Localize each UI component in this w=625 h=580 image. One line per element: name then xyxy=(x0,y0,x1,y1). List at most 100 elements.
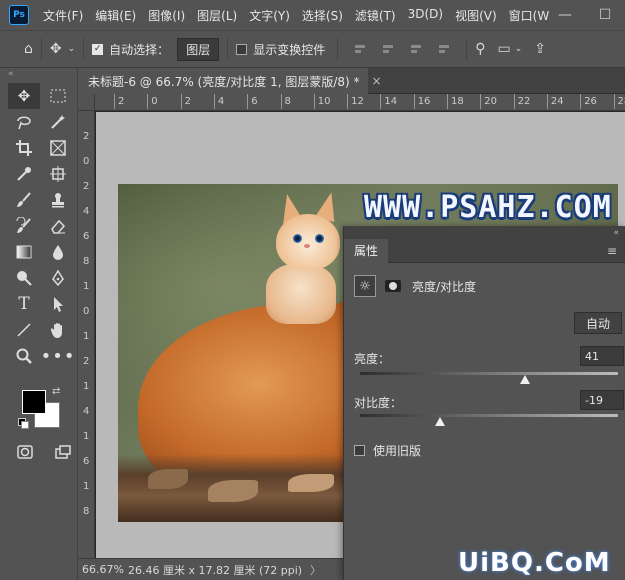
tool-grid: ✥ T ••• xyxy=(0,80,77,369)
menu-item[interactable]: 视图(V) xyxy=(449,7,503,24)
toolbar-collapse-button[interactable]: « xyxy=(0,68,77,80)
blur-tool-icon[interactable] xyxy=(42,239,74,265)
distribute-icon[interactable] xyxy=(437,42,451,56)
ruler-origin[interactable] xyxy=(78,94,95,111)
use-legacy-option: 使用旧版 xyxy=(354,442,421,459)
menu-item[interactable]: 编辑(E) xyxy=(89,7,142,24)
site-watermark: UiBQ.CoM xyxy=(458,548,611,578)
chevron-down-icon[interactable]: ⌄ xyxy=(68,44,76,54)
crop-tool-icon[interactable] xyxy=(8,135,40,161)
history-brush-tool-icon[interactable] xyxy=(8,213,40,239)
close-icon[interactable]: × xyxy=(372,74,382,88)
document-tab-bar: 未标题-6 @ 66.7% (亮度/对比度 1, 图层蒙版/8) * × xyxy=(78,68,625,94)
contrast-input[interactable]: -19 xyxy=(580,390,624,410)
contrast-slider[interactable] xyxy=(360,414,618,417)
panel-collapse-button[interactable]: « xyxy=(613,228,619,238)
layer-mask-icon[interactable] xyxy=(382,277,404,295)
quick-mask-icon[interactable] xyxy=(14,442,36,462)
use-legacy-label: 使用旧版 xyxy=(373,444,422,458)
ruler-tick-label: 6 xyxy=(246,94,258,109)
show-transform-label: 显示变换控件 xyxy=(253,42,326,57)
panel-collapse-bar: « xyxy=(344,226,625,239)
path-selection-tool-icon[interactable] xyxy=(42,291,74,317)
ruler-tick-label: 1 xyxy=(83,331,90,342)
move-tool-icon[interactable]: ✥ xyxy=(8,83,40,109)
foreground-color-swatch[interactable] xyxy=(22,390,46,414)
share-icon[interactable]: ⇪ xyxy=(534,41,546,57)
ruler-tick-label: 8 xyxy=(83,506,90,517)
brush-tool-icon[interactable] xyxy=(8,187,40,213)
screen-mode-icon[interactable] xyxy=(52,442,74,462)
chevron-down-icon[interactable]: ⌄ xyxy=(515,44,523,54)
align-center-icon[interactable] xyxy=(381,42,395,56)
document-info: 26.46 厘米 x 17.82 厘米 (72 ppi) xyxy=(128,563,303,577)
default-colors-icon[interactable] xyxy=(18,418,29,429)
move-tool-icon[interactable]: ✥ xyxy=(50,41,62,57)
menu-bar: Ps 文件(F) 编辑(E) 图像(I) 图层(L) 文字(Y) 选择(S) 滤镜(T) 3D… xyxy=(0,0,625,30)
menu-item[interactable]: 3D(D) xyxy=(402,7,449,24)
eyedropper-tool-icon[interactable] xyxy=(8,161,40,187)
menu-item[interactable]: 文字(Y) xyxy=(243,7,296,24)
ruler-tick-label: 2 xyxy=(83,181,90,192)
marquee-tool-icon[interactable] xyxy=(42,83,74,109)
auto-select-target-dropdown[interactable]: 图层 xyxy=(177,37,220,61)
line-tool-icon[interactable] xyxy=(8,317,40,343)
restore-button[interactable]: ☐ xyxy=(585,7,625,23)
auto-button[interactable]: 自动 xyxy=(574,312,622,334)
brightness-input[interactable]: 41 xyxy=(580,346,624,366)
ruler-tick-label: 4 xyxy=(213,94,225,109)
more-tools-icon[interactable]: ••• xyxy=(41,343,75,369)
auto-select-checkbox[interactable]: ✓ xyxy=(92,43,104,55)
eraser-tool-icon[interactable] xyxy=(42,213,74,239)
ruler-tick-label: 22 xyxy=(513,94,531,109)
align-left-icon[interactable] xyxy=(353,42,367,56)
image-watermark-text: WWW.PSAHZ.COM xyxy=(364,190,612,225)
contrast-slider-thumb[interactable] xyxy=(434,417,445,426)
ruler-tick-label: 0 xyxy=(83,156,90,167)
brightness-slider-thumb[interactable] xyxy=(520,375,531,384)
vertical-ruler[interactable]: 2024681012141618 xyxy=(78,111,95,558)
zoom-tool-icon[interactable] xyxy=(8,343,40,369)
gradient-tool-icon[interactable] xyxy=(8,239,40,265)
status-menu-arrow[interactable]: 〉 xyxy=(310,562,321,578)
workspace-icon[interactable]: ▭ xyxy=(497,41,510,57)
frame-tool-icon[interactable] xyxy=(42,135,74,161)
dodge-tool-icon[interactable] xyxy=(8,265,40,291)
zoom-level[interactable]: 66.67% xyxy=(78,563,126,576)
photoshop-logo[interactable]: Ps xyxy=(9,5,29,25)
menu-item[interactable]: 选择(S) xyxy=(296,7,349,24)
ruler-tick-label: 20 xyxy=(480,94,498,109)
pen-tool-icon[interactable] xyxy=(42,265,74,291)
ruler-tick-label: 14 xyxy=(380,94,398,109)
menu-item[interactable]: 文件(F) xyxy=(37,7,89,24)
align-right-icon[interactable] xyxy=(409,42,423,56)
panel-menu-icon[interactable]: ≡ xyxy=(607,244,617,258)
adjustment-type-label: 亮度/对比度 xyxy=(412,279,477,294)
leaf xyxy=(288,474,334,492)
brightness-label: 亮度： xyxy=(354,352,391,366)
magic-wand-tool-icon[interactable] xyxy=(42,109,74,135)
clone-stamp-tool-icon[interactable] xyxy=(42,187,74,213)
ruler-tick-label: 8 xyxy=(83,256,90,267)
divider xyxy=(40,38,42,60)
menu-item[interactable]: 图像(I) xyxy=(142,7,191,24)
home-icon[interactable]: ⌂ xyxy=(24,41,33,57)
search-icon[interactable]: ⚲ xyxy=(475,41,485,57)
ruler-tick-label: 24 xyxy=(546,94,564,109)
menu-item[interactable]: 滤镜(T) xyxy=(349,7,402,24)
use-legacy-checkbox[interactable] xyxy=(354,445,365,456)
minimize-button[interactable]: — xyxy=(545,7,585,23)
document-tab[interactable]: 未标题-6 @ 66.7% (亮度/对比度 1, 图层蒙版/8) * × xyxy=(78,68,382,94)
menu-item[interactable]: 图层(L) xyxy=(191,7,243,24)
swap-colors-icon[interactable]: ⇄ xyxy=(52,386,60,397)
brightness-slider[interactable] xyxy=(360,372,618,375)
healing-brush-tool-icon[interactable] xyxy=(42,161,74,187)
type-tool-icon[interactable]: T xyxy=(8,291,40,317)
tab-properties[interactable]: 属性 xyxy=(344,238,389,263)
horizontal-ruler[interactable]: 20246810121416182022242628 xyxy=(78,94,625,111)
lasso-tool-icon[interactable] xyxy=(8,109,40,135)
show-transform-checkbox[interactable] xyxy=(236,43,248,55)
brightness-contrast-icon[interactable]: ☼ xyxy=(354,275,376,297)
ruler-tick-label: 1 xyxy=(83,381,90,392)
hand-tool-icon[interactable] xyxy=(42,317,74,343)
